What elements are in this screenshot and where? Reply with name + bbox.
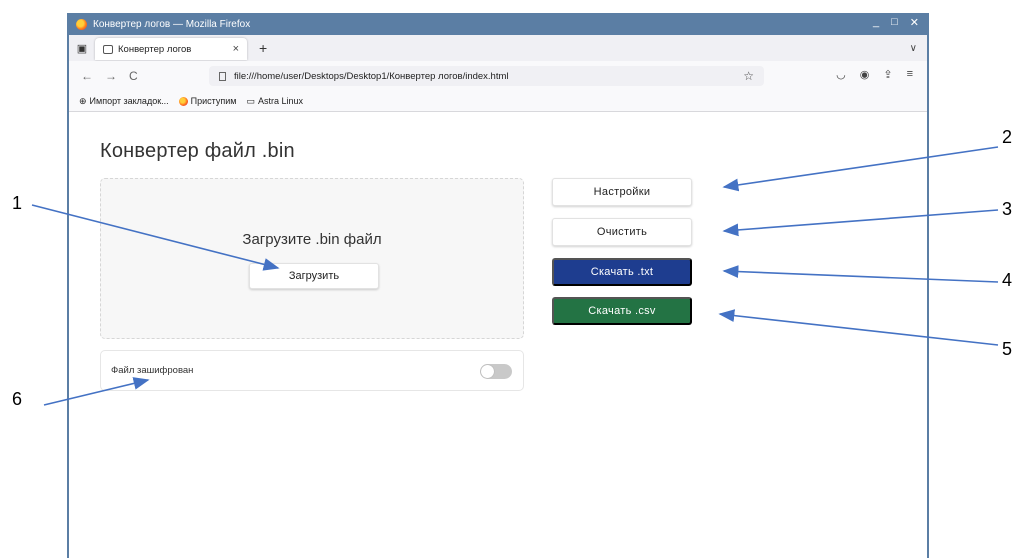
arrow-1 bbox=[31, 204, 280, 271]
arrow-3 bbox=[722, 209, 999, 237]
callout-6: 6 bbox=[12, 389, 23, 409]
arrow-2 bbox=[722, 146, 999, 192]
arrow-5 bbox=[718, 309, 999, 346]
callout-2: 2 bbox=[1002, 127, 1013, 147]
arrow-6 bbox=[43, 377, 150, 406]
callout-5: 5 bbox=[1002, 339, 1013, 359]
callout-1: 1 bbox=[12, 193, 23, 213]
annotation-arrows bbox=[31, 146, 999, 406]
callout-4: 4 bbox=[1002, 270, 1013, 290]
arrow-4 bbox=[722, 265, 999, 283]
callout-3: 3 bbox=[1002, 199, 1013, 219]
